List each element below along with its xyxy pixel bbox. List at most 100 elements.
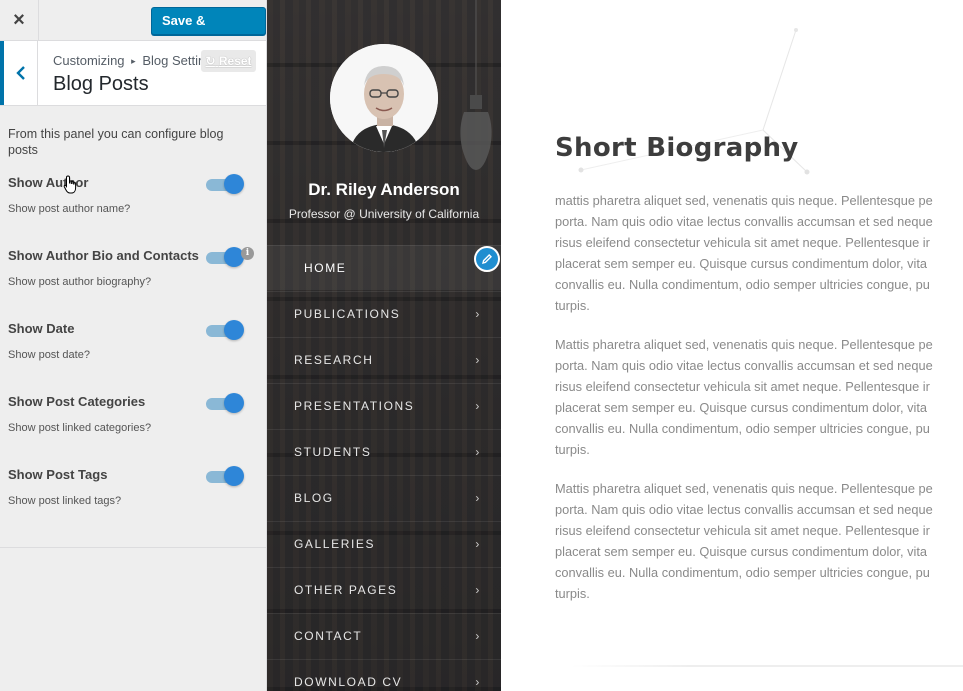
bio-paragraph: Mattis pharetra aliquet sed, venenatis q…	[555, 334, 963, 460]
reset-button[interactable]: ↻ Reset	[201, 50, 256, 72]
nav-item-contact[interactable]: CONTACT ›	[267, 613, 501, 658]
nav-item-label: PUBLICATIONS	[294, 307, 401, 321]
reset-label: Reset	[218, 54, 252, 68]
toggle-show-post-categories[interactable]	[206, 392, 246, 414]
control-show-date: Show Date Show post date?	[8, 320, 258, 361]
nav-item-publications[interactable]: PUBLICATIONS ›	[267, 291, 501, 336]
panel-description: From this panel you can configure blog p…	[8, 127, 224, 157]
control-description: Show post author biography?	[8, 276, 152, 288]
close-customizer-button[interactable]: ×	[0, 0, 39, 40]
text-line: mattis pharetra aliquet sed, venenatis q…	[555, 193, 933, 208]
text-line: risus eleifend consectetur vehicula sit …	[555, 523, 930, 538]
control-show-author: Show Author Show post author name?	[8, 174, 258, 215]
reset-icon: ↻	[205, 54, 216, 68]
nav-item-download-cv[interactable]: DOWNLOAD CV ›	[267, 659, 501, 691]
bio-paragraph: Mattis pharetra aliquet sed, venenatis q…	[555, 478, 963, 604]
chevron-right-icon: ›	[475, 583, 481, 597]
text-line: turpis.	[555, 442, 590, 457]
close-icon: ×	[13, 8, 25, 31]
section-title: Blog Posts	[53, 73, 149, 95]
nav-item-galleries[interactable]: GALLERIES ›	[267, 521, 501, 566]
toggle-show-author-bio[interactable]	[206, 246, 246, 268]
text-line: risus eleifend consectetur vehicula sit …	[555, 235, 930, 250]
toggle-knob	[224, 320, 244, 340]
info-icon[interactable]: i	[241, 247, 254, 260]
chevron-left-icon	[15, 66, 25, 80]
toggle-show-author[interactable]	[206, 173, 246, 195]
control-description: Show post date?	[8, 349, 90, 361]
text-line: convallis eu. Nulla condimentum, odio se…	[555, 277, 930, 292]
nav-item-label: PRESENTATIONS	[294, 399, 415, 413]
chevron-right-icon: ›	[475, 399, 481, 413]
chevron-right-icon: ›	[475, 445, 481, 459]
toggle-knob	[224, 174, 244, 194]
nav-item-label: BLOG	[294, 491, 334, 505]
chevron-right-icon: ›	[475, 353, 481, 367]
nav-item-presentations[interactable]: PRESENTATIONS ›	[267, 383, 501, 428]
text-line: turpis.	[555, 586, 590, 601]
control-description: Show post linked tags?	[8, 495, 122, 507]
save-publish-button[interactable]: Save & Publish	[151, 7, 266, 54]
control-show-post-categories: Show Post Categories Show post linked ca…	[8, 393, 258, 434]
chevron-right-icon: ›	[475, 629, 481, 643]
pencil-icon	[482, 254, 492, 264]
nav-item-label: GALLERIES	[294, 537, 376, 551]
text-line: risus eleifend consectetur vehicula sit …	[555, 379, 930, 394]
text-line: placerat sem semper eu. Quisque cursus c…	[555, 256, 927, 271]
section-divider	[571, 665, 963, 667]
nav-item-label: STUDENTS	[294, 445, 372, 459]
edit-shortcut-button[interactable]	[474, 246, 500, 272]
nav-item-blog[interactable]: BLOG ›	[267, 475, 501, 520]
breadcrumb: Customizing ▸ Blog Settings	[53, 53, 219, 68]
text-line: placerat sem semper eu. Quisque cursus c…	[555, 544, 927, 559]
breadcrumb-separator-icon: ▸	[131, 56, 136, 66]
toggle-knob	[224, 466, 244, 486]
profile-photo	[330, 44, 438, 152]
chevron-right-icon: ›	[475, 675, 481, 689]
text-line: porta. Nam quis odio vitae lectus conval…	[555, 214, 933, 229]
main-content: Short Biography mattis pharetra aliquet …	[501, 0, 963, 691]
toggle-show-date[interactable]	[206, 319, 246, 341]
nav-item-label: DOWNLOAD CV	[294, 675, 403, 689]
text-line: Mattis pharetra aliquet sed, venenatis q…	[555, 337, 933, 352]
text-line: convallis eu. Nulla condimentum, odio se…	[555, 565, 930, 580]
nav-item-research[interactable]: RESEARCH ›	[267, 337, 501, 382]
nav-item-label: RESEARCH	[294, 353, 374, 367]
lightbulb-icon	[460, 0, 492, 170]
bio-paragraph: mattis pharetra aliquet sed, venenatis q…	[555, 190, 963, 316]
text-line: Mattis pharetra aliquet sed, venenatis q…	[555, 481, 933, 496]
avatar	[330, 44, 438, 152]
section-heading: Short Biography	[555, 133, 799, 163]
main-navigation: HOME PUBLICATIONS › RESEARCH › PRESENTATIO…	[267, 245, 501, 691]
back-button[interactable]	[0, 41, 38, 105]
toggle-knob	[224, 393, 244, 413]
text-line: convallis eu. Nulla condimentum, odio se…	[555, 421, 930, 436]
nav-item-label: CONTACT	[294, 629, 363, 643]
text-line: porta. Nam quis odio vitae lectus conval…	[555, 358, 933, 373]
chevron-right-icon: ›	[475, 537, 481, 551]
customizer-panel: × Save & Publish Customizing ▸ Blog Sett…	[0, 0, 267, 691]
control-description: Show post author name?	[8, 203, 131, 215]
control-show-author-bio: Show Author Bio and Contacts i Show post…	[8, 247, 258, 288]
section-header: Customizing ▸ Blog Settings Blog Posts ↻…	[0, 41, 266, 106]
nav-item-home[interactable]: HOME	[267, 245, 501, 290]
text-line: turpis.	[555, 298, 590, 313]
control-show-post-tags: Show Post Tags Show post linked tags?	[8, 466, 258, 507]
nav-item-label: OTHER PAGES	[294, 583, 398, 597]
nav-item-label: HOME	[304, 261, 347, 275]
hand-cursor-icon	[63, 175, 77, 194]
site-sidebar: Dr. Riley Anderson Professor @ Universit…	[267, 0, 501, 691]
breadcrumb-parent: Customizing	[53, 53, 125, 68]
nav-item-students[interactable]: STUDENTS ›	[267, 429, 501, 474]
customizer-header: × Save & Publish	[0, 0, 266, 54]
author-name: Dr. Riley Anderson	[308, 180, 460, 199]
panel-divider	[0, 547, 266, 548]
nav-item-other-pages[interactable]: OTHER PAGES ›	[267, 567, 501, 612]
text-line: placerat sem semper eu. Quisque cursus c…	[555, 400, 927, 415]
control-description: Show post linked categories?	[8, 422, 152, 434]
text-line: porta. Nam quis odio vitae lectus conval…	[555, 502, 933, 517]
decorative-network-lines	[578, 28, 810, 175]
chevron-right-icon: ›	[475, 491, 481, 505]
author-role: Professor @ University of California	[288, 207, 480, 221]
toggle-show-post-tags[interactable]	[206, 465, 246, 487]
